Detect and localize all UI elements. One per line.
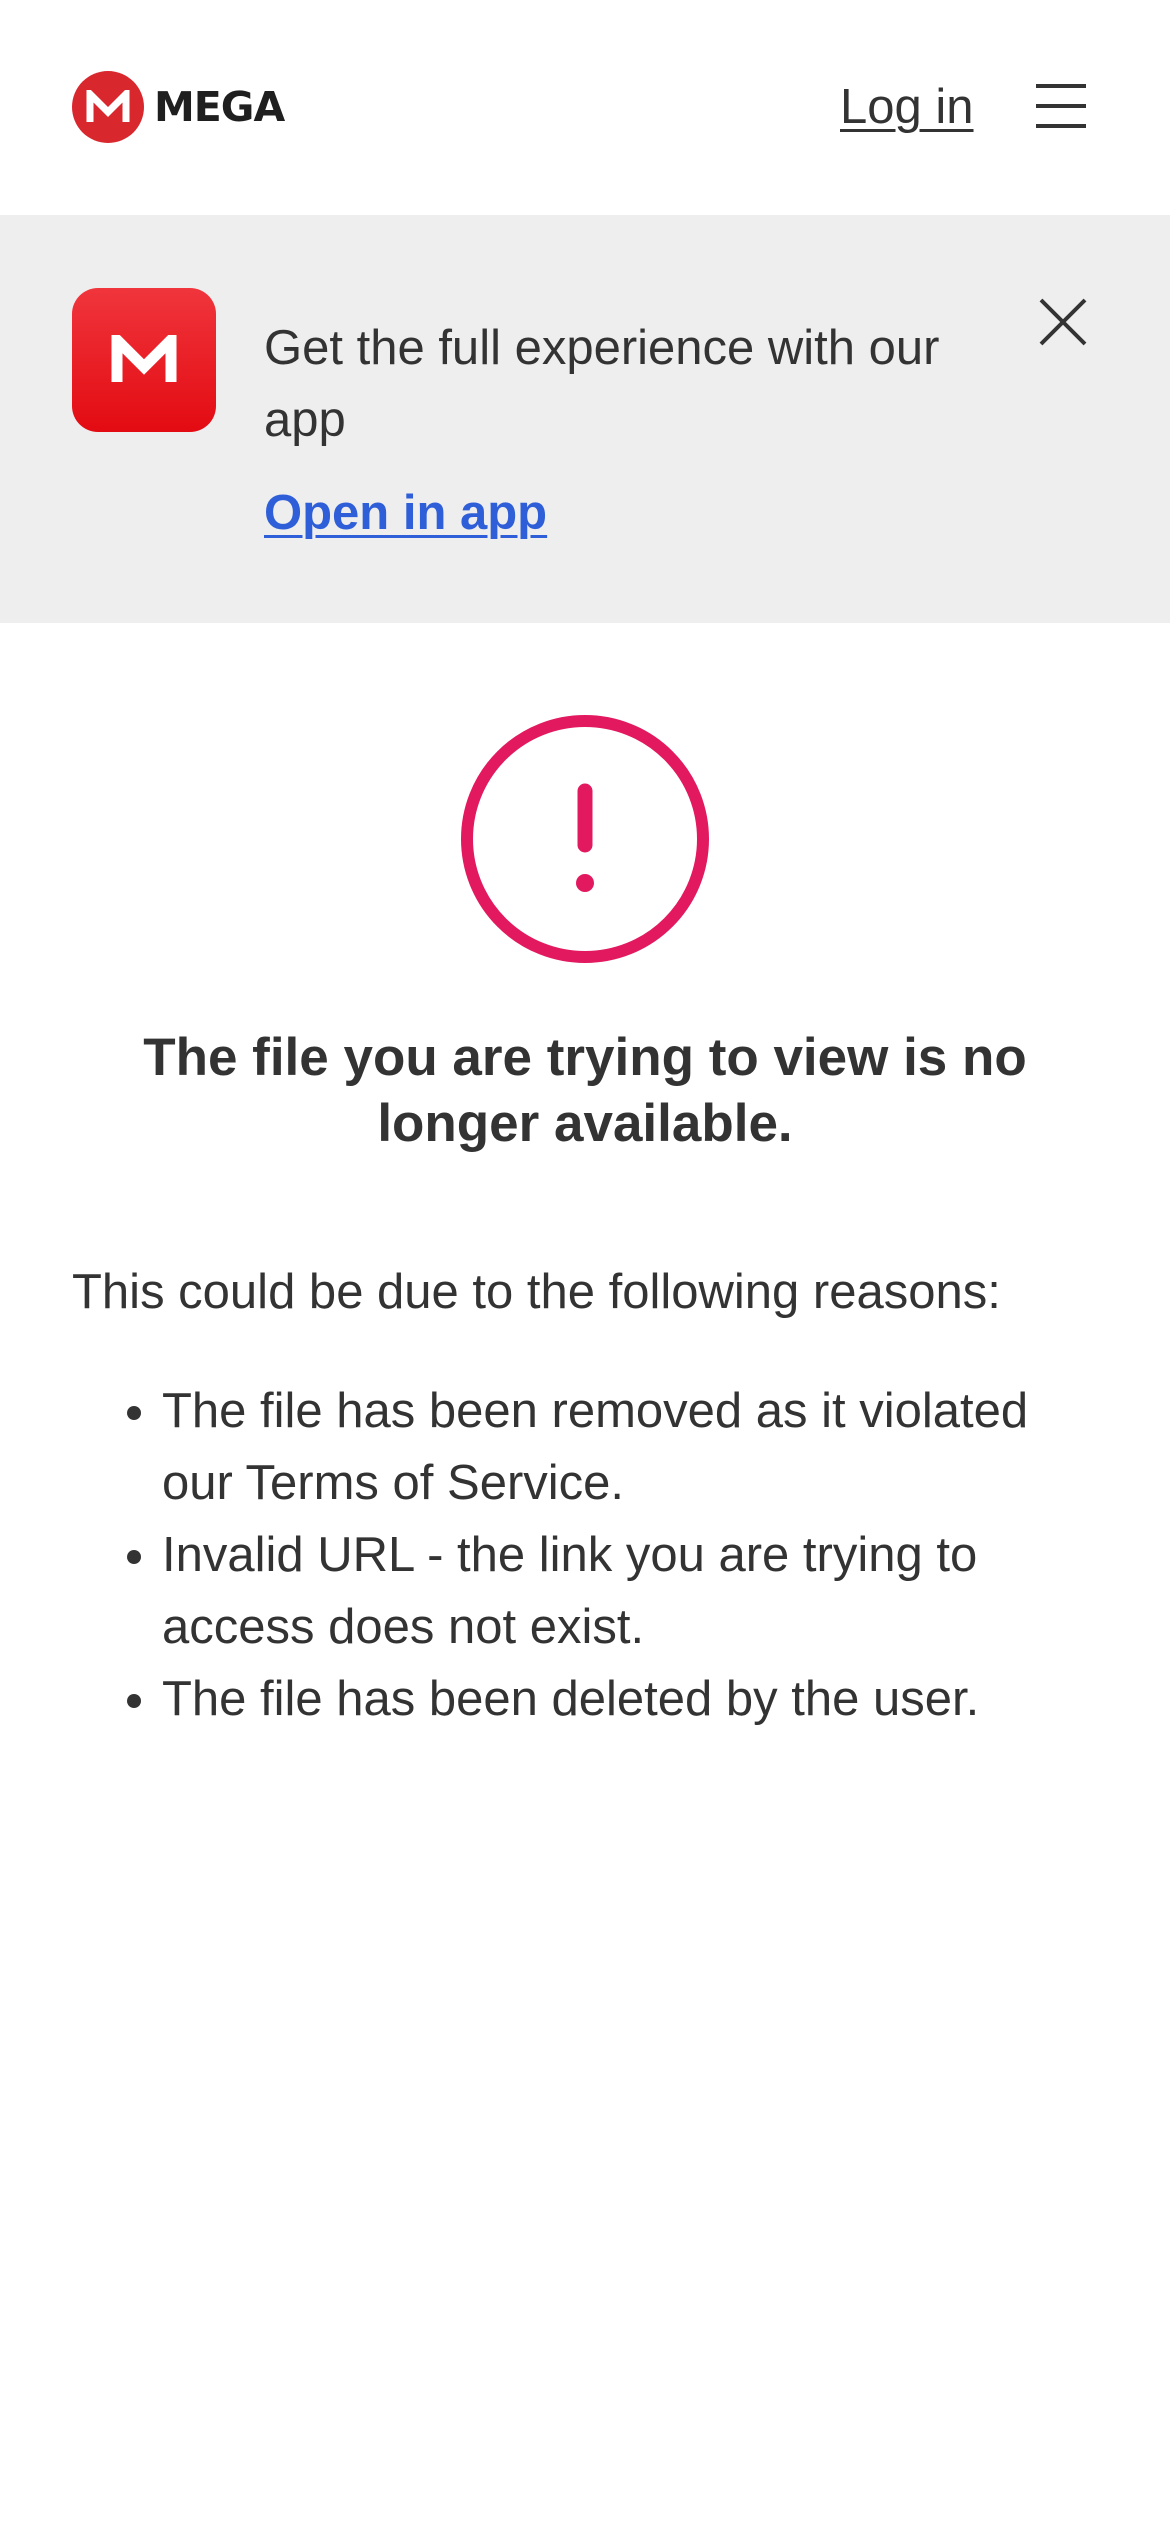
list-item: Invalid URL - the link you are trying to… xyxy=(162,1519,1098,1663)
close-icon[interactable] xyxy=(1038,297,1088,347)
mega-logo[interactable]: MEGA xyxy=(72,71,285,143)
logo-text: MEGA xyxy=(154,83,285,131)
top-header: MEGA Log in xyxy=(0,0,1170,215)
login-link[interactable]: Log in xyxy=(840,78,974,136)
open-in-app-link[interactable]: Open in app xyxy=(264,483,547,543)
page-title: The file you are trying to view is no lo… xyxy=(143,1028,1027,1153)
banner-message: Get the full experience with our app xyxy=(264,321,940,447)
list-item: The file has been deleted by the user. xyxy=(162,1663,1098,1735)
mega-logo-icon xyxy=(72,71,144,143)
app-promo-banner: Get the full experience with our app Ope… xyxy=(0,215,1170,623)
hamburger-menu-icon[interactable] xyxy=(1035,83,1087,129)
mega-app-icon xyxy=(72,288,216,432)
reasons-intro: This could be due to the following reaso… xyxy=(72,1265,1001,1319)
list-item: The file has been removed as it violated… xyxy=(162,1375,1098,1519)
exclamation-circle-icon xyxy=(459,713,711,965)
reasons-list: The file has been removed as it violated… xyxy=(72,1375,1098,1735)
